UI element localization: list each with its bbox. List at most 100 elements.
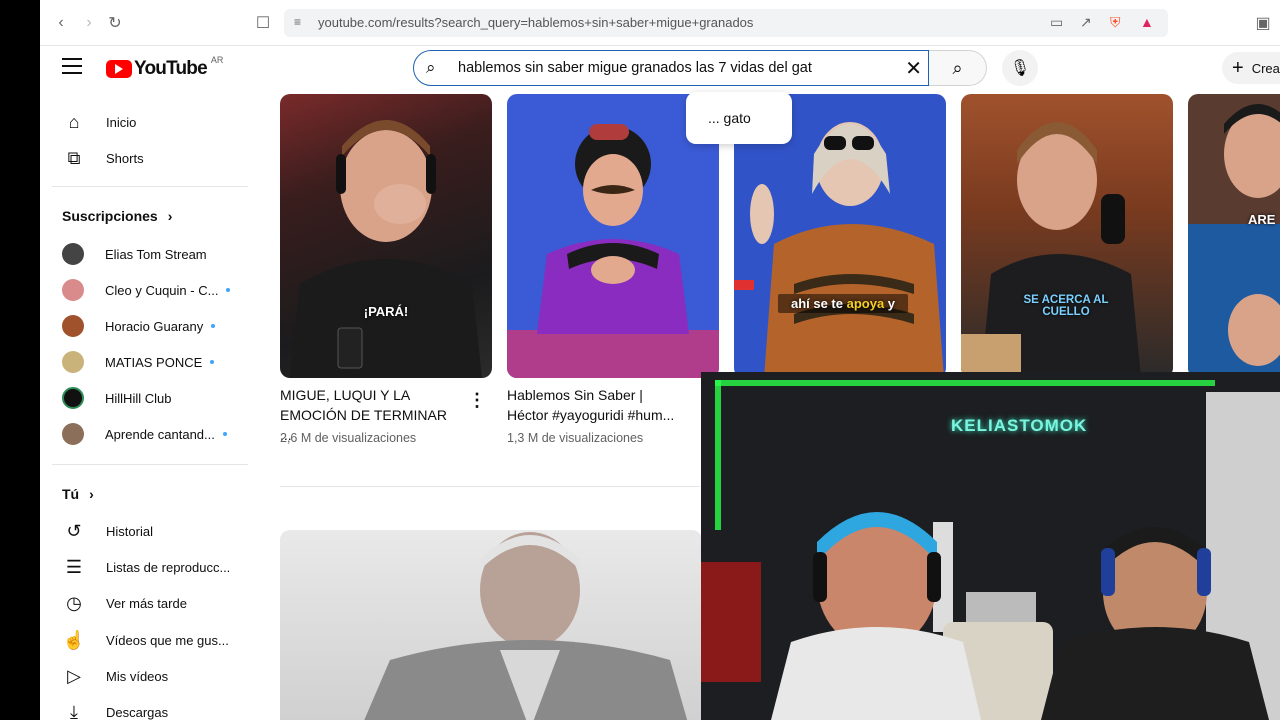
subscription-label: Cleo y Cuquin - C... xyxy=(105,282,219,298)
microphone-icon: 🎙 xyxy=(1009,60,1031,77)
sidebar-item-label: Shorts xyxy=(106,150,144,166)
share-icon[interactable]: ↗ xyxy=(1080,14,1092,31)
avatar xyxy=(62,423,84,445)
new-content-dot xyxy=(211,324,216,328)
back-arrow-icon[interactable]: ‹ xyxy=(50,12,72,34)
subscription-item[interactable]: Cleo y Cuquin - C... xyxy=(52,272,248,308)
sidebar-item-shorts[interactable]: ⧉ Shorts xyxy=(52,140,248,176)
subscription-item[interactable]: Horacio Guarany xyxy=(52,308,248,344)
rewards-icon[interactable]: ▲ xyxy=(1140,14,1154,30)
logo-text: YouTube xyxy=(134,58,208,79)
sidebar-item-label: Vídeos que me gus... xyxy=(106,632,229,648)
bookmark-icon[interactable]: ☐ xyxy=(252,12,274,34)
video-thumbnail[interactable]: SE ACERCA AL CUELLO xyxy=(961,94,1173,378)
subscription-label: HillHill Club xyxy=(105,390,172,406)
subscription-label: Horacio Guarany xyxy=(105,318,204,334)
sidebar: ⌂ Inicio ⧉ Shorts Suscripciones › Elias … xyxy=(40,90,256,720)
search-suggestion[interactable]: ... gato xyxy=(686,92,792,144)
sidebar-item-label: Descargas xyxy=(106,704,169,720)
voice-search-button[interactable]: 🎙 xyxy=(1002,50,1038,86)
video-views: 1,3 M de visualizaciones xyxy=(507,431,644,445)
avatar xyxy=(62,279,84,301)
browser-toolbar: ‹ › ↻ ☐ ≡ youtube.com/results?search_que… xyxy=(40,0,1280,46)
subscription-label: MATIAS PONCE xyxy=(105,354,203,370)
cast-icon[interactable]: ▭ xyxy=(1050,14,1063,31)
clear-search-icon[interactable]: ✕ xyxy=(905,56,922,81)
video-title-line: Hablemos Sin Saber | xyxy=(507,387,643,403)
caption-highlight: apoya xyxy=(846,296,885,311)
subscriptions-title: Suscripciones xyxy=(62,208,158,224)
sidebar-item-label: Ver más tarde xyxy=(106,595,187,611)
subscriptions-heading[interactable]: Suscripciones › xyxy=(62,208,172,224)
you-title: Tú xyxy=(62,486,80,502)
subscription-item[interactable]: MATIAS PONCE xyxy=(52,344,248,380)
reload-icon[interactable]: ↻ xyxy=(104,12,126,34)
create-label: Crea xyxy=(1251,60,1280,76)
history-icon: ↺ xyxy=(66,520,82,541)
subscription-label: Elias Tom Stream xyxy=(105,246,207,262)
more-actions-icon[interactable]: ⋮ xyxy=(468,390,486,411)
subscription-label: Aprende cantand... xyxy=(105,426,215,442)
new-content-dot xyxy=(226,288,231,292)
shorts-icon: ⧉ xyxy=(67,147,81,168)
avatar xyxy=(62,243,84,265)
youtube-play-icon xyxy=(106,60,132,78)
video-title-line: MIGUE, LUQUI Y LA xyxy=(280,387,411,403)
site-settings-icon[interactable]: ≡ xyxy=(294,15,301,29)
video-thumbnail[interactable] xyxy=(280,530,702,720)
divider xyxy=(52,464,248,465)
webcam-overlay: KELIASTOMOK xyxy=(701,372,1280,720)
chevron-right-icon: › xyxy=(89,486,94,502)
you-heading[interactable]: Tú › xyxy=(62,486,94,502)
sidebar-toggle-icon[interactable]: ▣ xyxy=(1252,12,1274,34)
masthead: YouTube AR ⌕ hablemos sin saber migue gr… xyxy=(40,46,1280,90)
new-content-dot xyxy=(222,432,227,436)
avatar xyxy=(62,351,84,373)
thumbnail-illustration xyxy=(364,532,688,720)
thumbnail-illustration xyxy=(1188,104,1280,378)
create-button[interactable]: + Crea xyxy=(1222,52,1280,84)
clock-icon: ◷ xyxy=(66,592,82,613)
sidebar-item-inicio[interactable]: ⌂ Inicio xyxy=(52,104,248,140)
playlist-icon: ☰ xyxy=(65,556,83,577)
thumbnail-caption: ahí se te apoya y xyxy=(778,294,908,313)
sidebar-item-label: Listas de reproducc... xyxy=(106,559,231,575)
sidebar-item-historial[interactable]: ↺ Historial xyxy=(52,513,248,549)
forward-arrow-icon[interactable]: › xyxy=(78,12,100,34)
country-code: AR xyxy=(210,55,224,65)
search-input[interactable]: ⌕ hablemos sin saber migue granados las … xyxy=(413,50,929,86)
video-thumbnail[interactable]: ¡PARÁ! xyxy=(280,94,492,378)
video-title-line: Héctor #yayoguridi #hum... xyxy=(507,407,675,423)
subscription-item[interactable]: Elias Tom Stream xyxy=(52,236,248,272)
thumbnail-caption: ARE xyxy=(1248,212,1276,227)
menu-icon[interactable] xyxy=(62,58,82,76)
suggestion-text: ... gato xyxy=(708,110,751,126)
avatar xyxy=(62,315,84,337)
search-button[interactable]: ⌕ xyxy=(929,50,987,86)
subscription-item[interactable]: Aprende cantand... xyxy=(52,416,248,452)
new-content-dot xyxy=(210,360,215,364)
video-title[interactable]: Hablemos Sin Saber | Héctor #yayoguridi … xyxy=(507,385,697,425)
search-value[interactable]: hablemos sin saber migue granados las 7 … xyxy=(458,60,812,76)
sidebar-item-label: Mis vídeos xyxy=(106,668,169,684)
sidebar-item-my-videos[interactable]: ▷ Mis vídeos xyxy=(52,658,248,694)
subscription-item[interactable]: HillHill Club xyxy=(52,380,248,416)
chevron-right-icon: › xyxy=(167,208,173,224)
sidebar-item-liked[interactable]: ☝ Vídeos que me gus... xyxy=(52,622,248,658)
sidebar-item-watch-later[interactable]: ◷ Ver más tarde xyxy=(52,585,248,621)
thumbnail-illustration xyxy=(961,122,1141,378)
thumbs-up-icon: ☝ xyxy=(62,629,86,650)
sidebar-item-playlists[interactable]: ☰ Listas de reproducc... xyxy=(52,549,248,585)
thumbnail-caption: ¡PARÁ! xyxy=(363,304,409,319)
address-bar[interactable]: ≡ youtube.com/results?search_query=hable… xyxy=(284,9,1168,37)
youtube-logo[interactable]: YouTube AR xyxy=(106,55,224,80)
brave-shield-icon[interactable]: ⛨ xyxy=(1110,14,1121,31)
plus-icon: + xyxy=(1232,56,1244,79)
search-icon: ⌕ xyxy=(952,57,963,78)
thumbnail-caption: SE ACERCA AL CUELLO xyxy=(1023,294,1109,318)
divider xyxy=(280,486,700,487)
sidebar-item-downloads[interactable]: ⤓ Descargas xyxy=(52,694,248,720)
home-icon: ⌂ xyxy=(68,111,80,132)
video-thumbnail[interactable]: ARE xyxy=(1188,94,1280,378)
search-icon: ⌕ xyxy=(426,58,436,77)
